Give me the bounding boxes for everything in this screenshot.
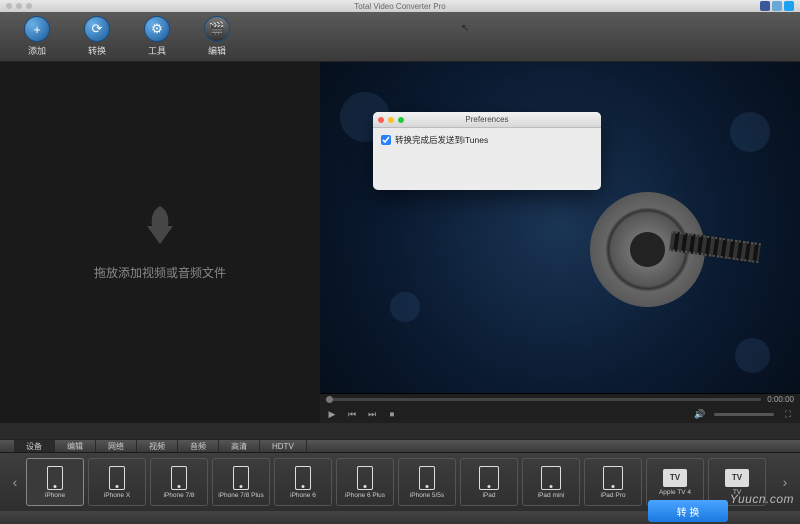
device-ipad[interactable]: iPad [460,458,518,506]
player-controls: 0:00:00 ▶ ⏮ ⏭ ⏹ 🔊 ⛶ [320,393,800,423]
edit-label: 编辑 [208,44,226,57]
tablet-icon [603,466,623,490]
phone-icon [233,466,249,490]
social-links [760,1,794,11]
phone-icon [109,466,125,490]
add-icon: + [24,16,50,42]
main-toolbar: + 添加 ⟳ 转换 ⚙ 工具 🎬 编辑 [0,12,800,62]
device-ipad-pro[interactable]: iPad Pro [584,458,642,506]
convert-label: 转换 [88,44,106,57]
window-titlebar: Total Video Converter Pro [0,0,800,12]
device-apple-tv-4[interactable]: TV Apple TV 4 [646,458,704,506]
device-ipad-mini[interactable]: iPad mini [522,458,580,506]
device-iphone-x[interactable]: iPhone X [88,458,146,506]
start-convert-button[interactable]: 转 换 [648,500,728,522]
preferences-title: Preferences [373,115,601,124]
drop-arrow-icon [140,204,180,254]
tablet-icon [479,466,499,490]
phone-icon [47,466,63,490]
seek-knob[interactable] [326,396,333,403]
phone-icon [357,466,373,490]
device-label: iPhone 7/8 [163,492,194,499]
facebook-icon[interactable] [760,1,770,11]
edit-button[interactable]: 🎬 编辑 [198,16,236,61]
device-label: iPad mini [538,492,565,499]
instagram-icon[interactable] [772,1,782,11]
progress-row: 0:00:00 [320,394,800,406]
drop-zone[interactable]: 拖放添加视频或音频文件 [0,62,320,423]
volume-slider[interactable] [714,413,774,416]
device-iphone-7/8[interactable]: iPhone 7/8 [150,458,208,506]
tv-icon: TV [725,469,749,487]
device-iphone-6-plus[interactable]: iPhone 6 Plus [336,458,394,506]
device-label: iPhone X [104,492,130,499]
preferences-dialog: Preferences 转换完成后发送到iTunes [373,112,601,190]
watermark-text: Yuucn.com [730,492,794,506]
tools-button[interactable]: ⚙ 工具 [138,16,176,61]
tab-设备[interactable]: 设备 [14,440,55,452]
tools-label: 工具 [148,44,166,57]
convert-icon: ⟳ [84,16,110,42]
tablet-icon [541,466,561,490]
tab-视频[interactable]: 视频 [137,440,178,452]
seek-bar[interactable] [326,398,761,401]
send-to-itunes-checkbox[interactable] [381,135,391,145]
send-to-itunes-label: 转换完成后发送到iTunes [395,134,488,146]
device-label: iPhone 6 [290,492,316,499]
edit-icon: 🎬 [204,16,230,42]
tools-icon: ⚙ [144,16,170,42]
convert-button[interactable]: ⟳ 转换 [78,16,116,61]
tab-音频[interactable]: 音频 [178,440,219,452]
phone-icon [171,466,187,490]
format-tabs: 设备编辑网络视频音频高清HDTV [0,439,800,453]
device-label: iPhone 5/5s [410,492,444,499]
window-title: Total Video Converter Pro [0,2,800,11]
add-label: 添加 [28,44,46,57]
device-label: iPad [482,492,495,499]
device-iphone-5/5s[interactable]: iPhone 5/5s [398,458,456,506]
device-label: iPhone 7/8 Plus [218,492,264,499]
tab-网络[interactable]: 网络 [96,440,137,452]
volume-icon[interactable]: 🔊 [694,408,706,420]
phone-icon [419,466,435,490]
fullscreen-button[interactable]: ⛶ [782,408,794,420]
device-iphone-7/8-plus[interactable]: iPhone 7/8 Plus [212,458,270,506]
scroll-left-button[interactable]: ‹ [4,462,26,502]
stop-button[interactable]: ⏹ [386,408,398,420]
device-iphone-6[interactable]: iPhone 6 [274,458,332,506]
device-label: iPhone 6 Plus [345,492,385,499]
prev-button[interactable]: ⏮ [346,408,358,420]
device-list: iPhone iPhone X iPhone 7/8 iPhone 7/8 Plus i… [26,458,774,506]
tab-高清[interactable]: 高清 [219,440,260,452]
device-label: iPhone [45,492,65,499]
control-row: ▶ ⏮ ⏭ ⏹ 🔊 ⛶ [320,406,800,423]
drop-zone-text: 拖放添加视频或音频文件 [94,264,226,281]
phone-icon [295,466,311,490]
add-button[interactable]: + 添加 [18,16,56,61]
device-label: iPad Pro [601,492,626,499]
time-display: 0:00:00 [767,395,794,404]
device-iphone[interactable]: iPhone [26,458,84,506]
tv-icon: TV [663,469,687,487]
preferences-titlebar: Preferences [373,112,601,128]
twitter-icon[interactable] [784,1,794,11]
tab-HDTV[interactable]: HDTV [260,440,307,452]
device-label: Apple TV 4 [659,489,691,496]
play-button[interactable]: ▶ [326,408,338,420]
tab-编辑[interactable]: 编辑 [55,440,96,452]
next-button[interactable]: ⏭ [366,408,378,420]
